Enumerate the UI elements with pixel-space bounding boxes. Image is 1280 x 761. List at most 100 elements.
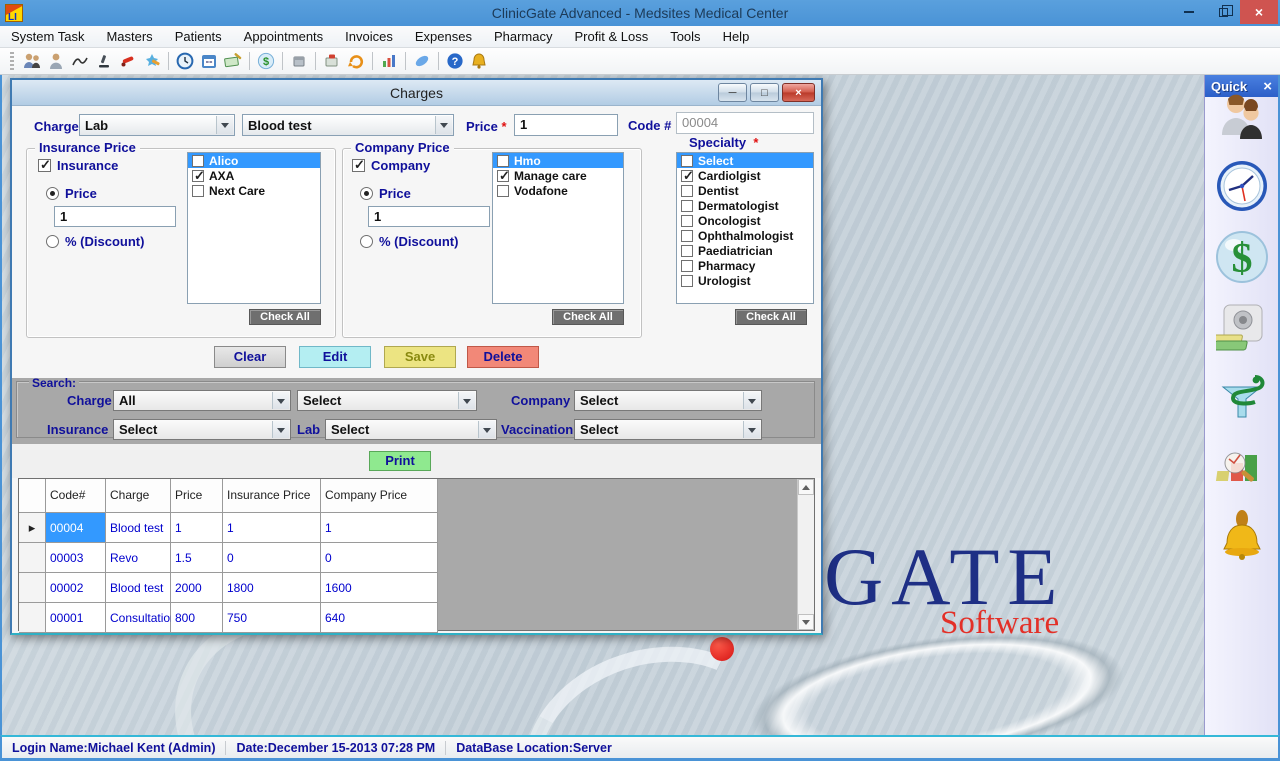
menu-invoices[interactable]: Invoices (334, 27, 404, 46)
charge-item-dropdown[interactable]: Blood test (242, 114, 454, 136)
row-selector[interactable] (19, 513, 46, 543)
minimize-button[interactable] (1172, 0, 1206, 24)
payment-cheque-icon[interactable] (221, 50, 245, 72)
pharmacy-box-icon[interactable] (320, 50, 344, 72)
reports-chart-icon[interactable] (377, 50, 401, 72)
grid-header-price[interactable]: Price (171, 479, 223, 513)
quick-billing-dollar-icon[interactable]: $ (1215, 230, 1269, 289)
menu-tools[interactable]: Tools (659, 27, 711, 46)
row-selector[interactable] (19, 573, 46, 603)
patient-icon[interactable] (44, 50, 68, 72)
table-row[interactable]: 00003 Revo 1.5 0 0 (19, 543, 438, 573)
grid-header-insurance-price[interactable]: Insurance Price (223, 479, 321, 513)
menu-expenses[interactable]: Expenses (404, 27, 483, 46)
cell-insurance-price[interactable]: 1 (223, 513, 321, 543)
table-row[interactable]: 00004 Blood test 1 1 1 (19, 513, 438, 543)
cell-charge[interactable]: Blood test (106, 573, 171, 603)
dialog-minimize-button[interactable]: ─ (718, 83, 747, 102)
cell-charge[interactable]: Consultation (106, 603, 171, 633)
list-item[interactable]: AXA (188, 168, 320, 183)
delete-button[interactable]: Delete (467, 346, 539, 368)
cell-company-price[interactable]: 1600 (321, 573, 438, 603)
search-insurance-dropdown[interactable]: Select (113, 419, 291, 440)
charges-dialog-titlebar[interactable]: Charges ─ □ × (12, 80, 821, 106)
list-item[interactable]: Next Care (188, 183, 320, 198)
patients-group-icon[interactable] (20, 50, 44, 72)
row-selector[interactable] (19, 543, 46, 573)
item-checkbox[interactable] (681, 275, 693, 287)
item-checkbox[interactable] (497, 155, 509, 167)
search-vaccination-dropdown[interactable]: Select (574, 419, 762, 440)
item-checkbox[interactable] (681, 200, 693, 212)
print-button[interactable]: Print (369, 451, 431, 471)
insurance-checkbox-row[interactable]: Insurance (38, 158, 118, 173)
cell-price[interactable]: 1.5 (171, 543, 223, 573)
restore-button[interactable] (1206, 0, 1240, 24)
item-checkbox[interactable] (681, 260, 693, 272)
search-charge-dropdown[interactable]: All (113, 390, 291, 411)
list-item[interactable]: Dentist (677, 183, 813, 198)
item-checkbox[interactable] (192, 170, 204, 182)
invoices-dollar-icon[interactable]: $ (254, 50, 278, 72)
item-checkbox[interactable] (497, 185, 509, 197)
list-item[interactable]: Oncologist (677, 213, 813, 228)
list-item[interactable]: Alico (188, 153, 320, 168)
alerts-bell-icon[interactable] (467, 50, 491, 72)
table-row[interactable]: 00001 Consultation 800 750 640 (19, 603, 438, 633)
prescription-pen-icon[interactable] (116, 50, 140, 72)
quick-alerts-bell-icon[interactable] (1217, 507, 1267, 574)
company-checkbox[interactable] (352, 159, 365, 172)
search-company-dropdown[interactable]: Select (574, 390, 762, 411)
grid-vertical-scrollbar[interactable] (797, 479, 814, 630)
company-price-radio-row[interactable]: Price (360, 186, 411, 201)
dialog-maximize-button[interactable]: □ (750, 83, 779, 102)
cell-price[interactable]: 800 (171, 603, 223, 633)
cell-company-price[interactable]: 640 (321, 603, 438, 633)
close-button[interactable]: × (1240, 0, 1278, 24)
cell-company-price[interactable]: 1 (321, 513, 438, 543)
messages-quill-icon[interactable] (410, 50, 434, 72)
insurance-price-radio[interactable] (46, 187, 59, 200)
cell-code[interactable]: 00004 (46, 513, 106, 543)
company-check-all-button[interactable]: Check All (552, 309, 624, 325)
cell-price[interactable]: 1 (171, 513, 223, 543)
quick-cash-safe-icon[interactable] (1216, 301, 1268, 360)
quick-pharmacy-icon[interactable] (1215, 373, 1269, 434)
vaccination-icon[interactable] (140, 50, 164, 72)
menu-appointments[interactable]: Appointments (233, 27, 335, 46)
list-item[interactable]: Manage care (493, 168, 623, 183)
search-secondary-dropdown[interactable]: Select (297, 390, 477, 411)
insurance-discount-radio[interactable] (46, 235, 59, 248)
appointments-clock-icon[interactable] (173, 50, 197, 72)
grid-header-code[interactable]: Code# (46, 479, 106, 513)
item-checkbox[interactable] (681, 215, 693, 227)
cell-code[interactable]: 00001 (46, 603, 106, 633)
expenses-box-icon[interactable] (287, 50, 311, 72)
cell-company-price[interactable]: 0 (321, 543, 438, 573)
cell-charge[interactable]: Blood test (106, 513, 171, 543)
company-price-radio[interactable] (360, 187, 373, 200)
quick-patients-icon[interactable] (1216, 91, 1268, 150)
company-discount-radio-row[interactable]: % (Discount) (360, 234, 458, 249)
menu-pharmacy[interactable]: Pharmacy (483, 27, 564, 46)
insurance-discount-radio-row[interactable]: % (Discount) (46, 234, 144, 249)
item-checkbox[interactable] (497, 170, 509, 182)
company-checkbox-row[interactable]: Company (352, 158, 430, 173)
row-selector[interactable] (19, 603, 46, 633)
insurance-check-all-button[interactable]: Check All (249, 309, 321, 325)
microscope-icon[interactable] (92, 50, 116, 72)
signature-pen-icon[interactable] (68, 50, 92, 72)
menu-help[interactable]: Help (712, 27, 761, 46)
list-item[interactable]: Hmo (493, 153, 623, 168)
price-input[interactable]: 1 (514, 114, 618, 136)
item-checkbox[interactable] (681, 170, 693, 182)
scroll-down-icon[interactable] (798, 614, 814, 630)
specialty-check-all-button[interactable]: Check All (735, 309, 807, 325)
insurance-checkbox[interactable] (38, 159, 51, 172)
menu-masters[interactable]: Masters (95, 27, 163, 46)
grid-header-company-price[interactable]: Company Price (321, 479, 438, 513)
item-checkbox[interactable] (681, 185, 693, 197)
cell-insurance-price[interactable]: 750 (223, 603, 321, 633)
item-checkbox[interactable] (192, 155, 204, 167)
company-discount-radio[interactable] (360, 235, 373, 248)
